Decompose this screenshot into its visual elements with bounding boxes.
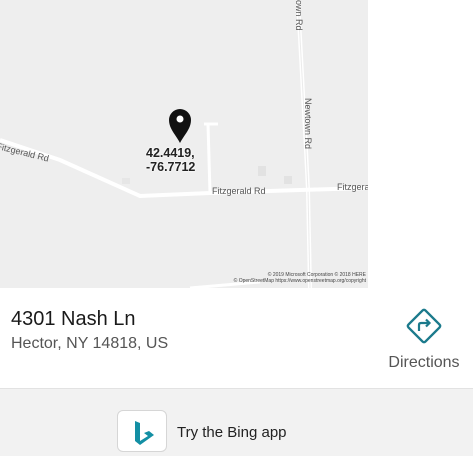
directions-label: Directions bbox=[388, 354, 460, 371]
location-card: 4301 Nash Ln Hector, NY 14818, US Direct… bbox=[0, 288, 473, 389]
building-shape bbox=[122, 178, 130, 184]
directions-button[interactable]: Directions bbox=[378, 306, 470, 372]
latitude-text: 42.4419, bbox=[146, 146, 195, 160]
road-label-newtown: Newtown Rd bbox=[303, 98, 313, 150]
road-label-fitzgerald-right: Fitzgera bbox=[337, 182, 368, 192]
bing-logo-icon bbox=[135, 421, 154, 445]
longitude-text: -76.7712 bbox=[146, 160, 196, 174]
road-label-newtown-top: own Rd bbox=[294, 0, 304, 31]
map-view[interactable]: own Rd Newtown Rd Fitzgerald Rd Fitzgera… bbox=[0, 0, 368, 288]
address-subtitle: Hector, NY 14818, US bbox=[11, 335, 169, 352]
road-label-fitzgerald-mid: Fitzgerald Rd bbox=[212, 186, 266, 196]
map-side-panel bbox=[368, 0, 473, 288]
building-shape bbox=[258, 166, 266, 176]
building-shape bbox=[284, 176, 292, 184]
attribution-line-2: © OpenStreetMap https://www.openstreetma… bbox=[233, 278, 366, 284]
address-title: 4301 Nash Ln bbox=[11, 308, 136, 330]
map-attribution[interactable]: © 2019 Microsoft Corporation © 2018 HERE… bbox=[196, 272, 366, 284]
map-pin-icon[interactable] bbox=[169, 109, 191, 143]
pin-coordinates: 42.4419, -76.7712 bbox=[146, 146, 216, 174]
directions-icon bbox=[406, 308, 442, 344]
bing-promo-text[interactable]: Try the Bing app bbox=[177, 424, 287, 441]
bing-app-tile[interactable] bbox=[117, 410, 167, 452]
